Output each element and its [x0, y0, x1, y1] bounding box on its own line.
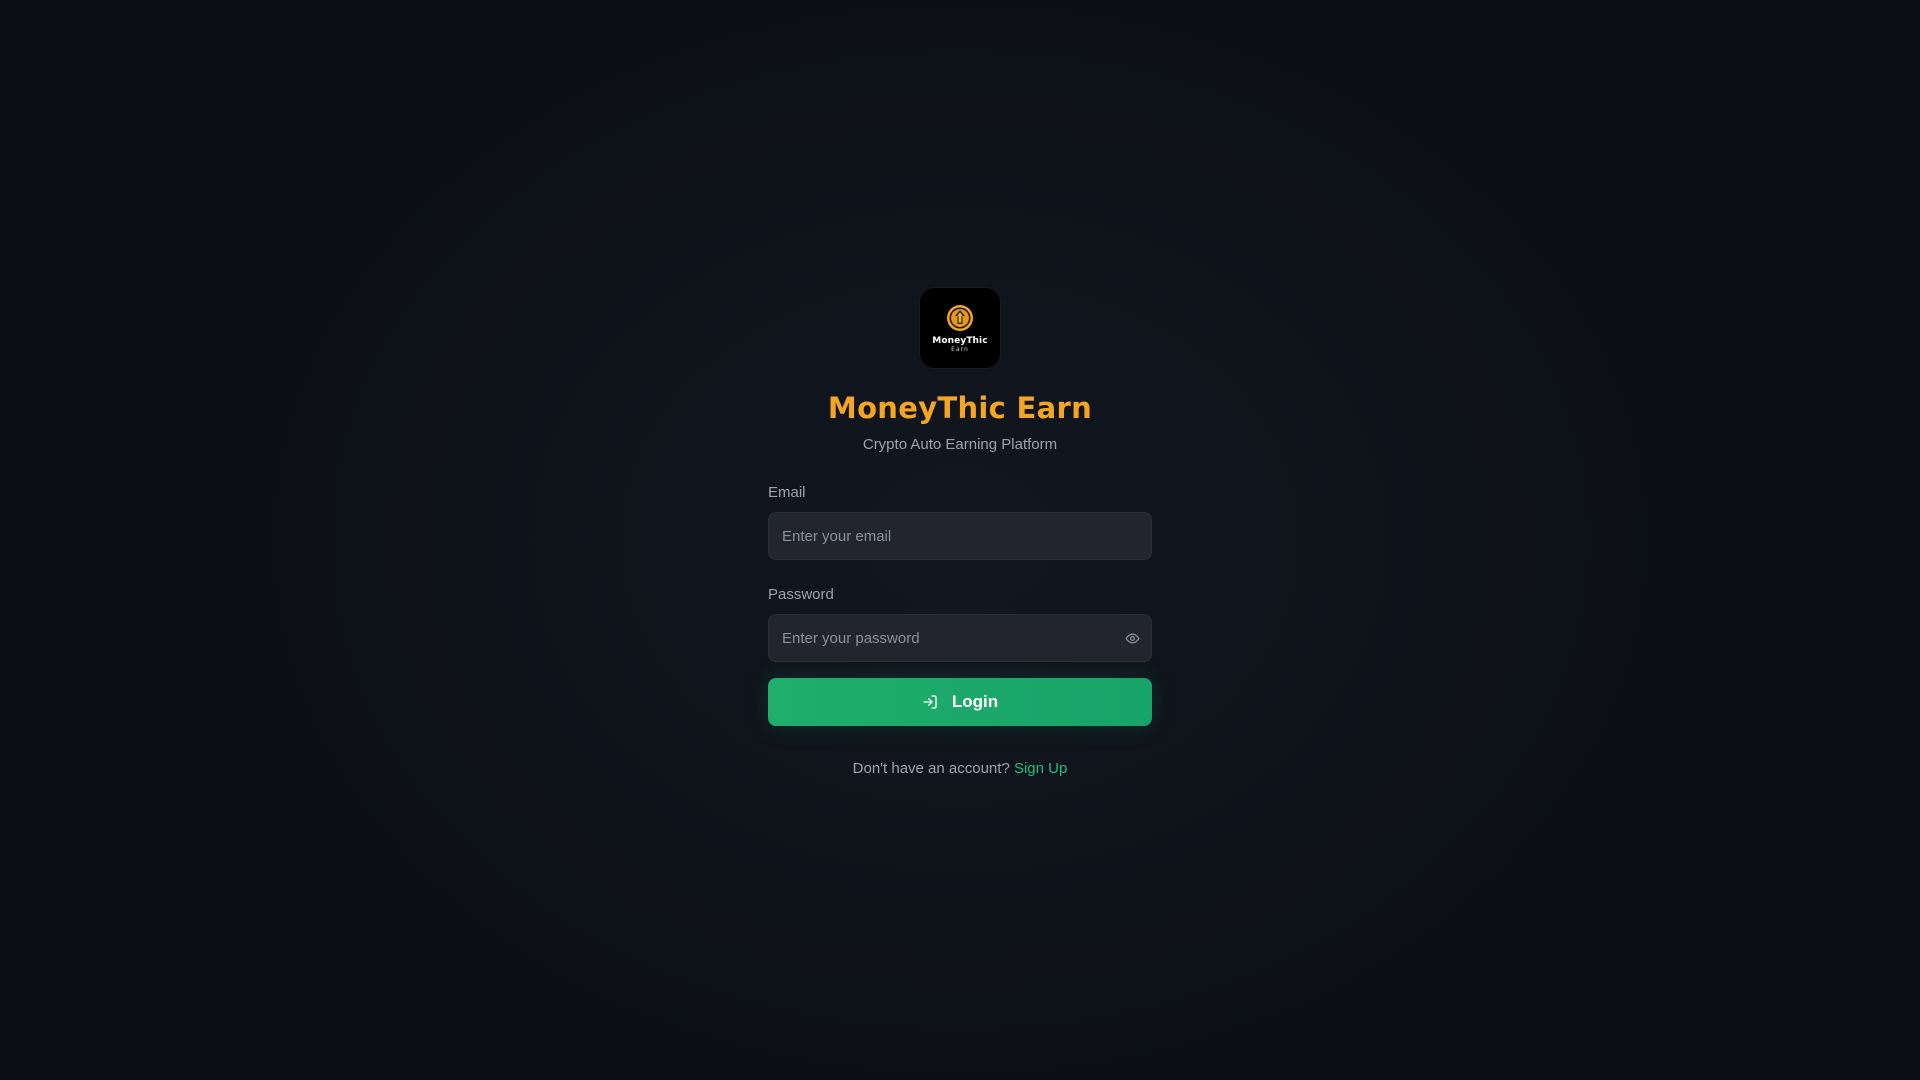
- coin-logo-icon: [947, 305, 973, 331]
- email-label: Email: [768, 484, 806, 501]
- logo-tagline: Earn: [951, 346, 969, 353]
- page-subtitle: Crypto Auto Earning Platform: [862, 436, 1058, 453]
- password-field-group: Password: [768, 586, 1152, 662]
- email-input[interactable]: [769, 513, 1151, 559]
- login-icon: [923, 695, 937, 709]
- login-card: MoneyThic Earn MoneyThic Earn Crypto Aut…: [768, 288, 1152, 778]
- app-logo: MoneyThic Earn: [920, 288, 1000, 368]
- email-field-group: Email: [768, 484, 1152, 560]
- password-input-wrapper: [768, 614, 1152, 662]
- password-label: Password: [768, 586, 834, 603]
- eye-icon: [1125, 633, 1139, 643]
- signup-prompt-text: Don't have an account?: [852, 760, 1010, 777]
- login-form: Email Password: [768, 484, 1152, 726]
- email-input-wrapper: [768, 512, 1152, 560]
- password-input[interactable]: [769, 615, 1151, 661]
- page-title: MoneyThic Earn: [827, 391, 1093, 425]
- show-password-toggle[interactable]: [1123, 629, 1141, 647]
- login-button[interactable]: Login: [768, 678, 1152, 726]
- logo-wordmark: MoneyThic: [932, 336, 988, 346]
- login-button-label: Login: [951, 692, 999, 711]
- signup-link[interactable]: Sign Up: [1014, 760, 1067, 777]
- signup-prompt: Don't have an account? Sign Up: [768, 760, 1152, 778]
